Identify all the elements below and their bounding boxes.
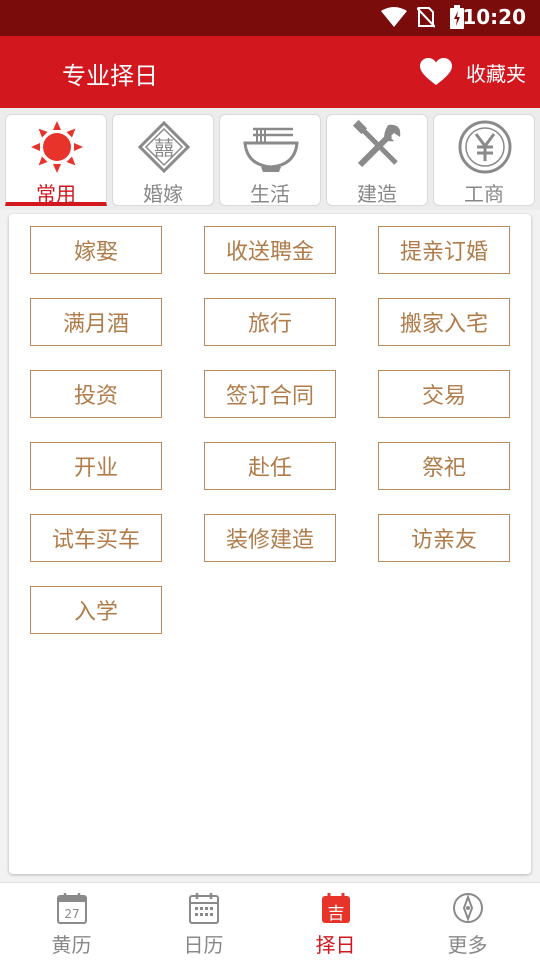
page-title: 专业择日: [62, 62, 158, 90]
category-tab-common[interactable]: 常用: [5, 114, 107, 206]
yen-coin-icon: [458, 120, 512, 174]
category-label: 生活: [250, 182, 290, 206]
tab-more[interactable]: 更多: [400, 883, 535, 960]
tab-label: 黄历: [51, 933, 92, 957]
tools-icon: [352, 119, 401, 168]
activity-item[interactable]: 搬家入宅: [378, 298, 510, 346]
no-sim-icon: [417, 7, 435, 28]
auspicious-glyph: 吉: [328, 904, 345, 924]
category-label: 工商: [464, 182, 504, 206]
activity-item[interactable]: 旅行: [204, 298, 336, 346]
wifi-icon: [381, 7, 407, 27]
activity-item[interactable]: 签订合同: [204, 370, 336, 418]
activity-item[interactable]: 开业: [30, 442, 162, 490]
category-tabs: 常用 囍 婚嫁 生活 建造 工商: [0, 108, 540, 210]
tab-date-selection[interactable]: 吉 择日: [268, 883, 403, 960]
double-happiness-icon: 囍: [137, 120, 191, 174]
tab-label: 择日: [315, 933, 356, 957]
category-tab-construction[interactable]: 建造: [326, 114, 428, 206]
activity-item[interactable]: 入学: [30, 586, 162, 634]
status-time: 10:20: [462, 5, 526, 29]
category-label: 建造: [357, 182, 397, 206]
auspicious-calendar-icon: 吉: [322, 893, 350, 924]
activity-item[interactable]: 满月酒: [30, 298, 162, 346]
tab-calendar[interactable]: 日历: [136, 883, 271, 960]
activity-item[interactable]: 交易: [378, 370, 510, 418]
favorites-label: 收藏夹: [466, 61, 526, 86]
category-label: 婚嫁: [143, 182, 183, 206]
svg-text:囍: 囍: [154, 136, 174, 160]
bottom-tab-bar: 27 黄历 日历 吉 择日 更多: [0, 882, 540, 960]
tab-label: 日历: [183, 933, 224, 957]
sun-icon: [31, 121, 83, 173]
noodle-bowl-icon: [243, 127, 299, 172]
app-bar: 专业择日 收藏夹: [0, 36, 540, 108]
activity-item[interactable]: 提亲订婚: [378, 226, 510, 274]
category-tab-life[interactable]: 生活: [219, 114, 321, 206]
calendar-grid-icon: [189, 893, 219, 924]
activity-panel: 嫁娶 收送聘金 提亲订婚 满月酒 旅行 搬家入宅 投资 签订合同 交易 开业 赴…: [9, 214, 531, 874]
category-tab-wedding[interactable]: 囍 婚嫁: [112, 114, 214, 206]
calendar-day-number: 27: [64, 907, 79, 921]
category-tab-business[interactable]: 工商: [433, 114, 535, 206]
status-bar: 10:20: [0, 0, 540, 36]
activity-item[interactable]: 访亲友: [378, 514, 510, 562]
activity-item[interactable]: 装修建造: [204, 514, 336, 562]
compass-icon: [453, 893, 483, 923]
activity-item[interactable]: 投资: [30, 370, 162, 418]
activity-item[interactable]: 嫁娶: [30, 226, 162, 274]
tab-label: 更多: [447, 933, 488, 957]
calendar-day-icon: 27: [57, 893, 87, 924]
category-label: 常用: [36, 182, 76, 206]
favorites-button[interactable]: 收藏夹: [420, 56, 526, 88]
heart-icon: [420, 58, 452, 85]
activity-item[interactable]: 祭祀: [378, 442, 510, 490]
activity-item[interactable]: 试车买车: [30, 514, 162, 562]
activity-item[interactable]: 收送聘金: [204, 226, 336, 274]
activity-item[interactable]: 赴任: [204, 442, 336, 490]
tab-almanac[interactable]: 27 黄历: [4, 883, 139, 960]
